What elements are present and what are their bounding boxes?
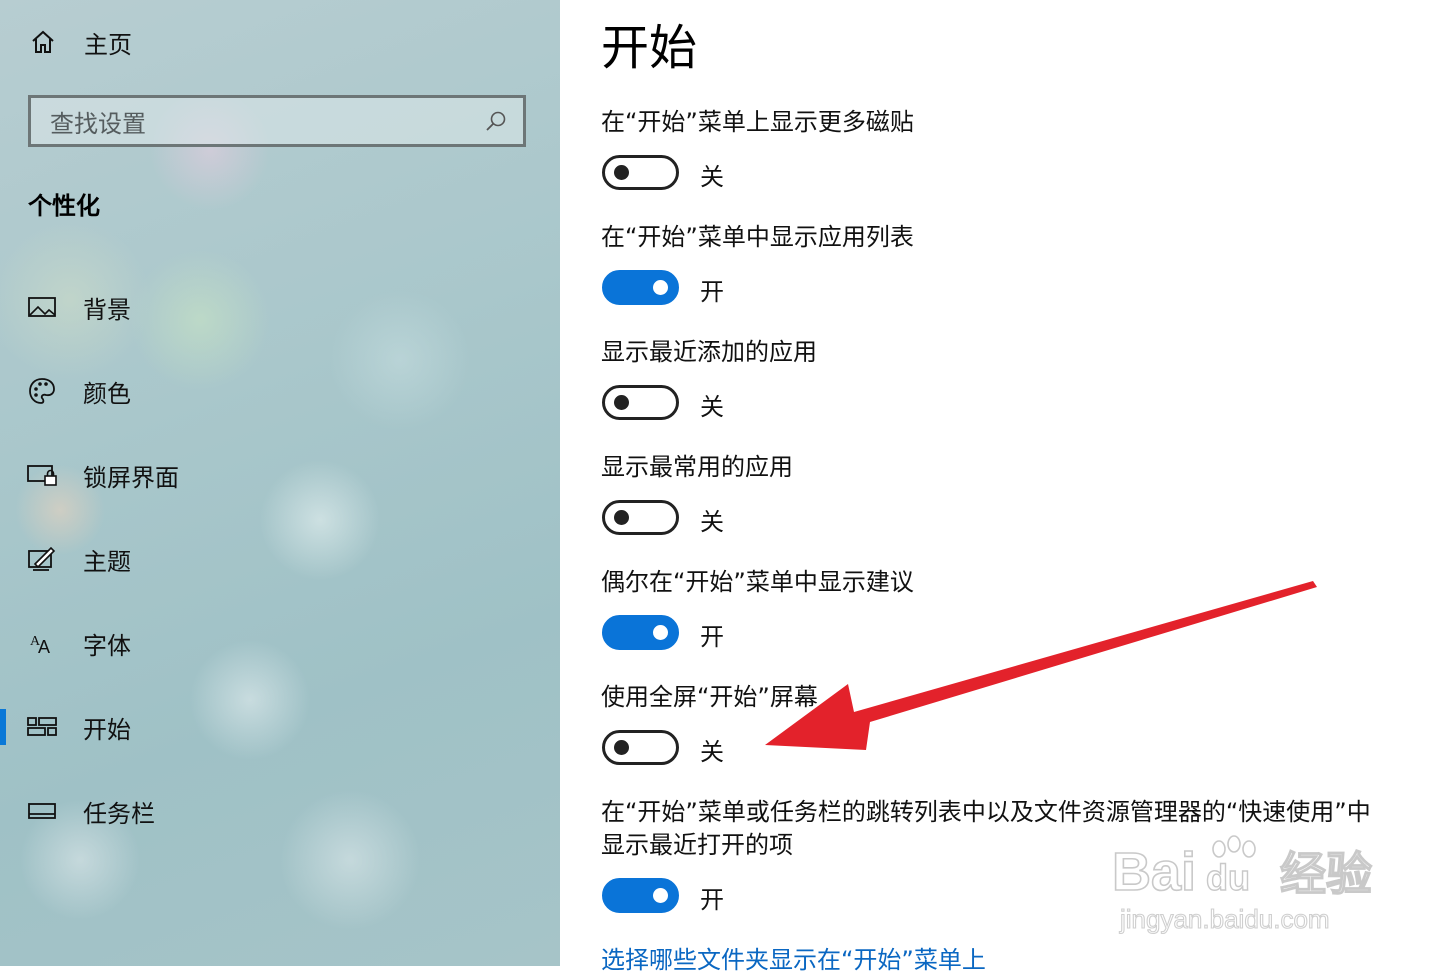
toggle-suggestions[interactable] bbox=[602, 615, 679, 650]
search-icon[interactable] bbox=[481, 106, 511, 136]
toggle-state-suggestions: 开 bbox=[700, 623, 724, 651]
sidebar-item-label: 主题 bbox=[83, 547, 131, 576]
setting-label-suggestions: 偶尔在“开始”菜单中显示建议 bbox=[601, 568, 914, 596]
sidebar-item-label: 开始 bbox=[83, 715, 131, 744]
sidebar-item-fonts[interactable]: AA 字体 bbox=[0, 615, 560, 671]
toggle-knob bbox=[614, 740, 629, 755]
svg-text:Bai: Bai bbox=[1112, 842, 1196, 902]
toggle-knob bbox=[614, 510, 629, 525]
paw-icon bbox=[1212, 835, 1256, 858]
toggle-recently-added[interactable] bbox=[602, 385, 679, 420]
toggle-knob bbox=[653, 888, 668, 903]
sidebar-item-colors[interactable]: 颜色 bbox=[0, 363, 560, 419]
taskbar-icon bbox=[26, 795, 58, 827]
picture-icon bbox=[26, 291, 58, 323]
search-placeholder: 查找设置 bbox=[50, 109, 146, 138]
setting-label-full-screen: 使用全屏“开始”屏幕 bbox=[601, 683, 818, 711]
baidu-jingyan-watermark: Bai du 经验 jingyan.baidu.com bbox=[1112, 835, 1373, 935]
sidebar-item-themes[interactable]: 主题 bbox=[0, 531, 560, 587]
choose-folders-link[interactable]: 选择哪些文件夹显示在“开始”菜单上 bbox=[601, 940, 986, 975]
home-label: 主页 bbox=[84, 30, 132, 59]
font-icon: AA bbox=[26, 627, 58, 659]
home-icon bbox=[28, 27, 58, 57]
sidebar-item-label: 锁屏界面 bbox=[83, 463, 179, 492]
selected-indicator bbox=[0, 709, 6, 745]
sidebar-item-label: 背景 bbox=[83, 295, 131, 324]
start-tiles-icon bbox=[26, 711, 58, 743]
palette-icon bbox=[26, 375, 58, 407]
toggle-full-screen[interactable] bbox=[602, 730, 679, 765]
toggle-knob bbox=[614, 165, 629, 180]
svg-text:A: A bbox=[38, 637, 50, 657]
toggle-most-used[interactable] bbox=[602, 500, 679, 535]
lock-screen-icon bbox=[26, 459, 58, 491]
toggle-app-list[interactable] bbox=[602, 270, 679, 305]
toggle-state-recent-items: 开 bbox=[700, 886, 724, 914]
section-title: 个性化 bbox=[28, 192, 100, 220]
setting-label-recently-added: 显示最近添加的应用 bbox=[601, 338, 817, 366]
toggle-state-most-used: 关 bbox=[700, 508, 724, 536]
sidebar-item-lock-screen[interactable]: 锁屏界面 bbox=[0, 447, 560, 503]
page-title: 开始 bbox=[601, 20, 698, 76]
sidebar: 主页 查找设置 个性化 背景 颜色 锁屏界面 主题 AA 字体 开始 任务栏 bbox=[0, 0, 560, 966]
sidebar-item-start[interactable]: 开始 bbox=[0, 699, 560, 755]
setting-label-app-list: 在“开始”菜单中显示应用列表 bbox=[601, 223, 914, 251]
toggle-state-more-tiles: 关 bbox=[700, 163, 724, 191]
toggle-state-full-screen: 关 bbox=[700, 738, 724, 766]
toggle-state-recently-added: 关 bbox=[700, 393, 724, 421]
toggle-knob bbox=[653, 625, 668, 640]
svg-text:du: du bbox=[1206, 857, 1250, 898]
toggle-knob bbox=[653, 280, 668, 295]
main-content: 开始 在“开始”菜单上显示更多磁贴 关 在“开始”菜单中显示应用列表 开 显示最… bbox=[560, 0, 1452, 974]
toggle-more-tiles[interactable] bbox=[602, 155, 679, 190]
theme-brush-icon bbox=[26, 543, 58, 575]
setting-label-more-tiles: 在“开始”菜单上显示更多磁贴 bbox=[601, 108, 914, 136]
search-input[interactable]: 查找设置 bbox=[28, 95, 526, 147]
setting-label-recent-items-line2: 显示最近打开的项 bbox=[601, 831, 793, 859]
svg-text:经验: 经验 bbox=[1280, 847, 1372, 901]
setting-label-most-used: 显示最常用的应用 bbox=[601, 453, 793, 481]
setting-label-recent-items-line1: 在“开始”菜单或任务栏的跳转列表中以及文件资源管理器的“快速使用”中 bbox=[601, 798, 1371, 826]
toggle-knob bbox=[614, 395, 629, 410]
toggle-recent-items[interactable] bbox=[602, 878, 679, 913]
nav-home[interactable]: 主页 bbox=[28, 22, 132, 62]
sidebar-item-taskbar[interactable]: 任务栏 bbox=[0, 783, 560, 839]
svg-text:jingyan.baidu.com: jingyan.baidu.com bbox=[1119, 904, 1330, 934]
sidebar-item-background[interactable]: 背景 bbox=[0, 279, 560, 335]
sidebar-item-label: 字体 bbox=[83, 631, 131, 660]
toggle-state-app-list: 开 bbox=[700, 278, 724, 306]
sidebar-item-label: 颜色 bbox=[83, 379, 131, 408]
sidebar-item-label: 任务栏 bbox=[83, 799, 155, 828]
